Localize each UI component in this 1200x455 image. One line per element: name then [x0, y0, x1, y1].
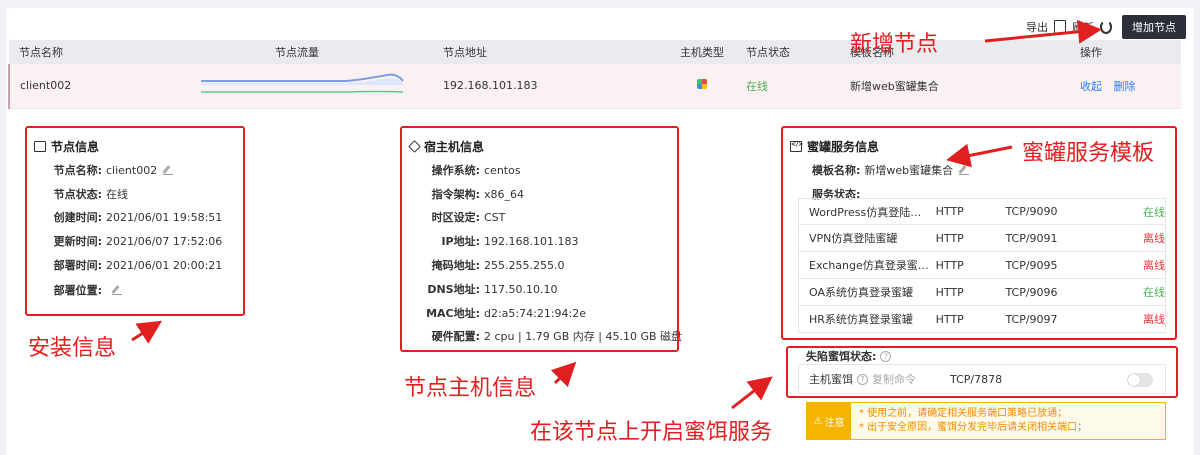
annotation-bait: 在该节点上开启蜜饵服务	[530, 420, 773, 445]
annotation-install: 安装信息	[28, 336, 117, 361]
annotation-arrows	[131, 19, 1102, 410]
arrow-install	[131, 320, 163, 344]
arrow-add-node	[984, 19, 1102, 44]
arrow-template	[946, 143, 1013, 168]
arrow-host	[550, 361, 577, 388]
annotation-template: 蜜罐服务模板	[1022, 141, 1155, 166]
arrow-bait	[731, 376, 773, 410]
annotation-host: 节点主机信息	[404, 376, 537, 401]
annotation-add-node: 新增节点	[850, 32, 939, 57]
